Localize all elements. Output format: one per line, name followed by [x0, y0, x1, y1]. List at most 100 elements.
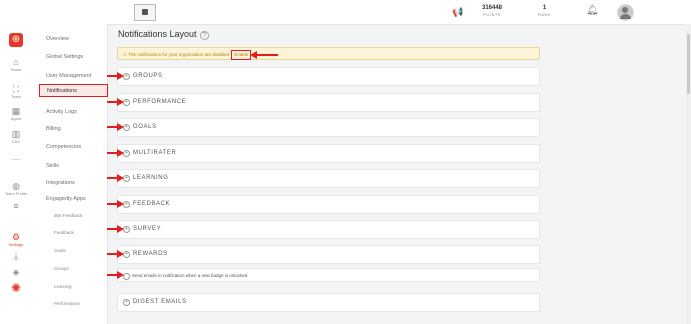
nav-item-activity-logs[interactable]: Activity Logs	[46, 109, 77, 115]
disabled-warning-banner: ⚠ The notifications for your organisatio…	[117, 47, 540, 60]
expand-icon[interactable]: +	[123, 99, 130, 106]
rank-stat[interactable]: 1 RANK	[538, 5, 551, 17]
megaphone-icon[interactable]: 📢	[452, 7, 463, 18]
nav-item-billing[interactable]: Billing	[46, 126, 61, 132]
nav-item-overview[interactable]: Overview	[46, 36, 69, 42]
rail-item-7[interactable]: ⚙ Settings	[0, 232, 32, 247]
settings-sidebar: Overview Global Settings User Management No…	[32, 0, 108, 324]
nav-item-global-settings[interactable]: Global Settings	[46, 54, 83, 60]
nav-item-integrations[interactable]: Integrations	[46, 180, 75, 186]
rail-label: Settings	[8, 242, 24, 247]
expand-icon[interactable]: +	[123, 226, 130, 233]
rail-item-5[interactable]: ◍ Team Profile	[0, 181, 32, 196]
annotation-arrow-6	[107, 225, 124, 233]
nav-item-skills[interactable]: Skills	[46, 163, 59, 169]
rewards-badge-email-option[interactable]: Send emails to notification when a new b…	[117, 268, 540, 282]
rail-item-0[interactable]: ⌂ Home	[0, 57, 32, 72]
rank-value: 1	[542, 5, 547, 11]
expand-icon[interactable]: +	[123, 299, 130, 306]
section-groups[interactable]: + GROUPS	[117, 67, 540, 86]
nav-item-user-management[interactable]: User Management	[46, 73, 91, 79]
settings-icon: ⚙	[11, 232, 21, 242]
nav-subitem-goals[interactable]: Goals	[54, 248, 66, 253]
points-label: POINTS	[483, 12, 501, 17]
engagedly-pinwheel-icon[interactable]: ✺	[0, 282, 32, 294]
annotation-arrow-0	[107, 72, 124, 80]
section-digest-emails[interactable]: + DIGEST EMAILS	[117, 293, 540, 312]
apps-icon: ◈	[12, 267, 20, 277]
avatar[interactable]	[617, 4, 634, 21]
icon-rail: ⊕ ⌂ Home ⛶ Team ▦ Agent ▥ ChO ··· ◍ Team Profile ≡ ⚙…	[0, 0, 33, 324]
annotation-arrow-rewards-option	[107, 271, 124, 279]
nav-subitem-groups[interactable]: Groups	[54, 266, 69, 271]
expand-icon[interactable]: +	[123, 150, 130, 157]
section-multirater[interactable]: + MULTIRATER	[117, 144, 540, 163]
expand-icon[interactable]: +	[123, 175, 130, 182]
warning-text: ⚠ The notifications for your organisatio…	[123, 52, 230, 57]
app-logo-icon[interactable]: ⊕	[9, 33, 23, 47]
bell-icon[interactable]: 🔔︎	[586, 5, 599, 16]
section-label: GOALS	[133, 124, 157, 130]
rail-label: ChO	[11, 139, 21, 144]
points-value: 316448	[482, 5, 503, 11]
annotation-arrow-1	[107, 98, 124, 106]
download-icon: ⤓	[14, 251, 18, 261]
enable-link[interactable]: Enable	[231, 50, 252, 60]
nav-item-notifications[interactable]: Notifications	[39, 84, 108, 97]
home-icon: ⌂	[13, 57, 19, 67]
nav-subitem-performance[interactable]: Performance	[54, 301, 80, 306]
annotation-arrow-3	[107, 149, 124, 157]
annotation-arrow-5	[107, 200, 124, 208]
rail-item-3[interactable]: ▥ ChO	[0, 129, 32, 144]
section-label: GROUPS	[133, 73, 163, 79]
nav-subitem-feedback[interactable]: Feedback	[54, 230, 74, 235]
section-label: SURVEY	[133, 226, 162, 232]
scrollbar[interactable]	[686, 24, 691, 324]
annotation-arrow-2	[107, 123, 124, 131]
rail-label: Home	[10, 67, 22, 72]
team-icon: ⛶	[12, 84, 20, 94]
more-icon: ···	[11, 154, 21, 164]
expand-icon[interactable]: +	[123, 251, 130, 258]
section-label: FEEDBACK	[133, 201, 171, 207]
top-bar: 📢 316448 POINTS 1 RANK 🔔︎	[107, 0, 691, 25]
expand-icon[interactable]: +	[123, 73, 130, 80]
section-label: PERFORMANCE	[133, 99, 187, 105]
section-label: DIGEST EMAILS	[133, 299, 187, 305]
rail-item-6[interactable]: ≡	[0, 201, 32, 211]
nav-item-competencies[interactable]: Competencies	[46, 144, 81, 150]
agent-icon: ▦	[11, 106, 21, 116]
nav-subitem-360-feedback[interactable]: 360 Feedback	[54, 213, 83, 218]
annotation-arrow-7	[107, 250, 124, 258]
section-learning[interactable]: + LEARNING	[117, 169, 540, 188]
section-rewards[interactable]: + REWARDS	[117, 245, 540, 264]
section-feedback[interactable]: + FEEDBACK	[117, 195, 540, 214]
nav-subitem-learning[interactable]: Learning	[54, 284, 72, 289]
page-title: Notifications Layout?	[118, 29, 210, 40]
rail-item-9[interactable]: ◈	[0, 267, 32, 277]
rail-label: Team	[11, 94, 21, 99]
annotation-arrow-enable	[250, 51, 278, 59]
checkbox-icon[interactable]	[123, 273, 130, 280]
section-label: REWARDS	[133, 251, 168, 257]
expand-icon[interactable]: +	[123, 201, 130, 208]
rail-item-2[interactable]: ▦ Agent	[0, 106, 32, 121]
points-stat[interactable]: 316448 POINTS	[482, 5, 502, 17]
rail-label: Team Profile	[4, 191, 28, 196]
section-goals[interactable]: + GOALS	[117, 118, 540, 137]
page-title-text: Notifications Layout	[118, 29, 197, 39]
nav-item-engagedly-apps[interactable]: Engagedly Apps	[46, 196, 86, 202]
rail-item-8[interactable]: ⤓	[0, 251, 32, 261]
section-survey[interactable]: + SURVEY	[117, 220, 540, 239]
help-icon[interactable]: ?	[199, 31, 210, 40]
expand-icon[interactable]: +	[123, 124, 130, 131]
team-profile-icon: ◍	[12, 181, 20, 191]
list-icon: ≡	[13, 201, 19, 211]
section-performance[interactable]: + PERFORMANCE	[117, 93, 540, 112]
rail-label: Agent	[10, 116, 22, 121]
rail-item-4[interactable]: ···	[0, 154, 32, 164]
section-label: LEARNING	[133, 175, 169, 181]
rank-label: RANK	[538, 12, 552, 17]
annotation-arrow-4	[107, 174, 124, 182]
rail-item-1[interactable]: ⛶ Team	[0, 84, 32, 99]
